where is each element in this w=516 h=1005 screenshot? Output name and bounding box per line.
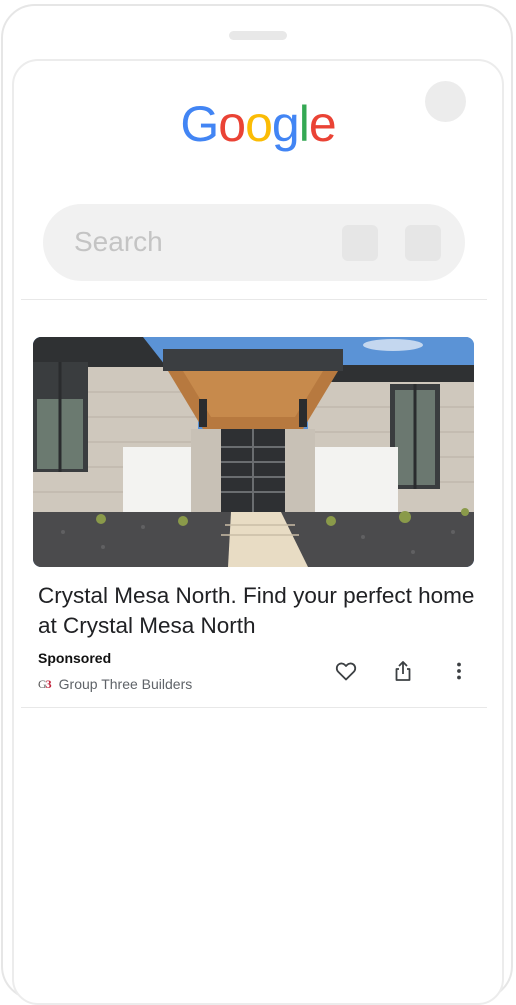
advertiser-logo-letter: G	[38, 676, 47, 691]
phone-screen: Google Search Crystal Mesa North. Find y…	[12, 59, 504, 1005]
search-input[interactable]: Search	[74, 226, 163, 258]
phone-frame: Google Search Crystal Mesa North. Find y…	[1, 4, 513, 1005]
phone-notch	[229, 31, 287, 40]
like-button[interactable]	[332, 657, 360, 685]
heart-icon	[335, 662, 357, 681]
divider	[21, 707, 487, 708]
advertiser-logo-accent: 3	[45, 676, 52, 691]
more-options-button[interactable]	[445, 657, 473, 685]
logo-letter: o	[218, 96, 246, 152]
advertiser-name[interactable]: Group Three Builders	[59, 676, 193, 692]
logo-letter: e	[308, 96, 337, 152]
logo-letter: l	[298, 96, 310, 152]
logo-letter: g	[271, 96, 300, 152]
logo-letter: G	[180, 96, 219, 152]
advertiser-row[interactable]: G3 Group Three Builders	[38, 675, 192, 693]
house-illustration	[33, 337, 474, 567]
house-photo[interactable]	[33, 337, 474, 567]
logo-letter: o	[245, 96, 273, 152]
advertiser-logo: G3	[38, 676, 52, 692]
divider	[21, 299, 487, 300]
search-bar[interactable]: Search	[43, 204, 465, 281]
more-vert-icon	[457, 662, 461, 680]
share-button[interactable]	[389, 657, 417, 685]
google-logo: Google	[14, 94, 502, 154]
voice-search-button[interactable]	[342, 225, 378, 261]
ad-headline[interactable]: Crystal Mesa North. Find your perfect ho…	[38, 581, 478, 641]
sponsored-label: Sponsored	[38, 650, 112, 666]
lens-search-button[interactable]	[405, 225, 441, 261]
share-icon	[395, 661, 411, 681]
